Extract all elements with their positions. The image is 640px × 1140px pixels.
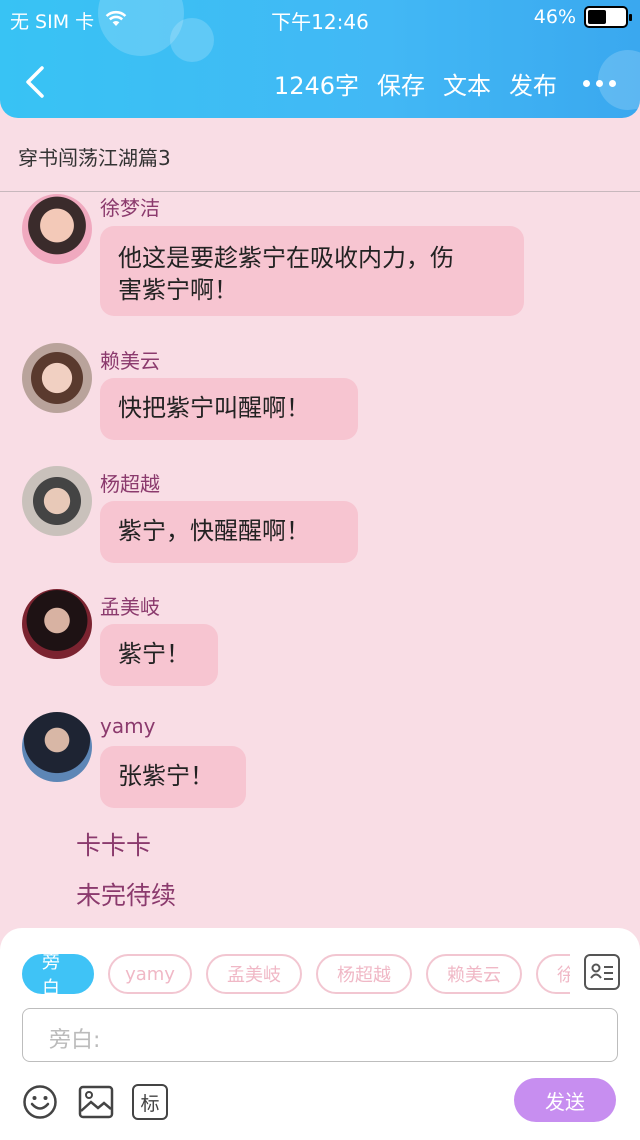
speaker-name: 杨超越 xyxy=(100,472,160,496)
role-chip[interactable]: 杨超越 xyxy=(316,954,412,994)
chevron-left-icon xyxy=(26,66,44,98)
role-chip-list: 旁白 yamy 孟美岐 杨超越 赖美云 徐梦洁 xyxy=(22,954,570,996)
text-button[interactable]: 文本 xyxy=(443,66,491,101)
message-input[interactable]: 旁白: xyxy=(22,1008,618,1062)
message-text-line: 害紫宁啊！ xyxy=(118,276,238,304)
battery-percent: 46% xyxy=(533,6,576,28)
role-chip[interactable]: 赖美云 xyxy=(426,954,522,994)
message-bubble[interactable]: 张紫宁！ xyxy=(100,746,246,808)
speaker-name: yamy xyxy=(100,714,156,738)
image-button[interactable] xyxy=(78,1084,114,1120)
role-chip[interactable]: 孟美岐 xyxy=(206,954,302,994)
battery-icon xyxy=(584,6,632,28)
image-icon xyxy=(78,1085,114,1119)
speaker-name: 赖美云 xyxy=(100,349,160,373)
toolbar: 1246字 保存 文本 发布 xyxy=(274,66,616,101)
send-button[interactable]: 发送 xyxy=(514,1078,616,1122)
role-card-button[interactable] xyxy=(584,954,620,990)
role-chip[interactable]: 徐梦洁 xyxy=(536,954,570,994)
message-bubble[interactable]: 紫宁，快醒醒啊！ xyxy=(100,501,358,563)
tag-button[interactable]: 标 xyxy=(132,1084,168,1120)
avatar[interactable] xyxy=(22,194,92,264)
message-text-line: 他这是要趁紫宁在吸收内力，伤 xyxy=(118,244,454,272)
message-bubble[interactable]: 紫宁！ xyxy=(100,624,218,686)
publish-button[interactable]: 发布 xyxy=(509,66,557,101)
message-bubble[interactable]: 快把紫宁叫醒啊！ xyxy=(100,378,358,440)
role-chip-narrator[interactable]: 旁白 xyxy=(22,954,94,996)
back-button[interactable] xyxy=(22,62,52,102)
avatar[interactable] xyxy=(22,589,92,659)
save-button[interactable]: 保存 xyxy=(377,66,425,101)
narration-text: 卡卡卡 xyxy=(76,831,152,860)
avatar[interactable] xyxy=(22,712,92,782)
emoji-button[interactable] xyxy=(22,1084,58,1120)
story-title: 穿书闯荡江湖篇3 xyxy=(18,146,171,170)
composer-panel: 旁白 yamy 孟美岐 杨超越 赖美云 徐梦洁 旁白: 标 发送 xyxy=(0,928,640,1140)
app-header: 无 SIM 卡 下午12:46 46% 1246字 保存 文本 发布 xyxy=(0,0,640,118)
more-icon[interactable] xyxy=(583,80,616,87)
message-bubble[interactable]: 他这是要趁紫宁在吸收内力，伤 害紫宁啊！ xyxy=(100,226,524,316)
speaker-name: 徐梦洁 xyxy=(100,196,160,220)
status-bar: 无 SIM 卡 下午12:46 46% xyxy=(0,0,640,36)
speaker-name: 孟美岐 xyxy=(100,595,160,619)
smiley-icon xyxy=(23,1085,57,1119)
avatar[interactable] xyxy=(22,343,92,413)
narration-text: 未完待续 xyxy=(76,881,177,910)
role-chip[interactable]: yamy xyxy=(108,954,192,994)
word-count: 1246字 xyxy=(273,72,359,100)
story-title-bar: 穿书闯荡江湖篇3 xyxy=(0,118,640,192)
contact-card-icon xyxy=(590,963,613,980)
avatar[interactable] xyxy=(22,466,92,536)
